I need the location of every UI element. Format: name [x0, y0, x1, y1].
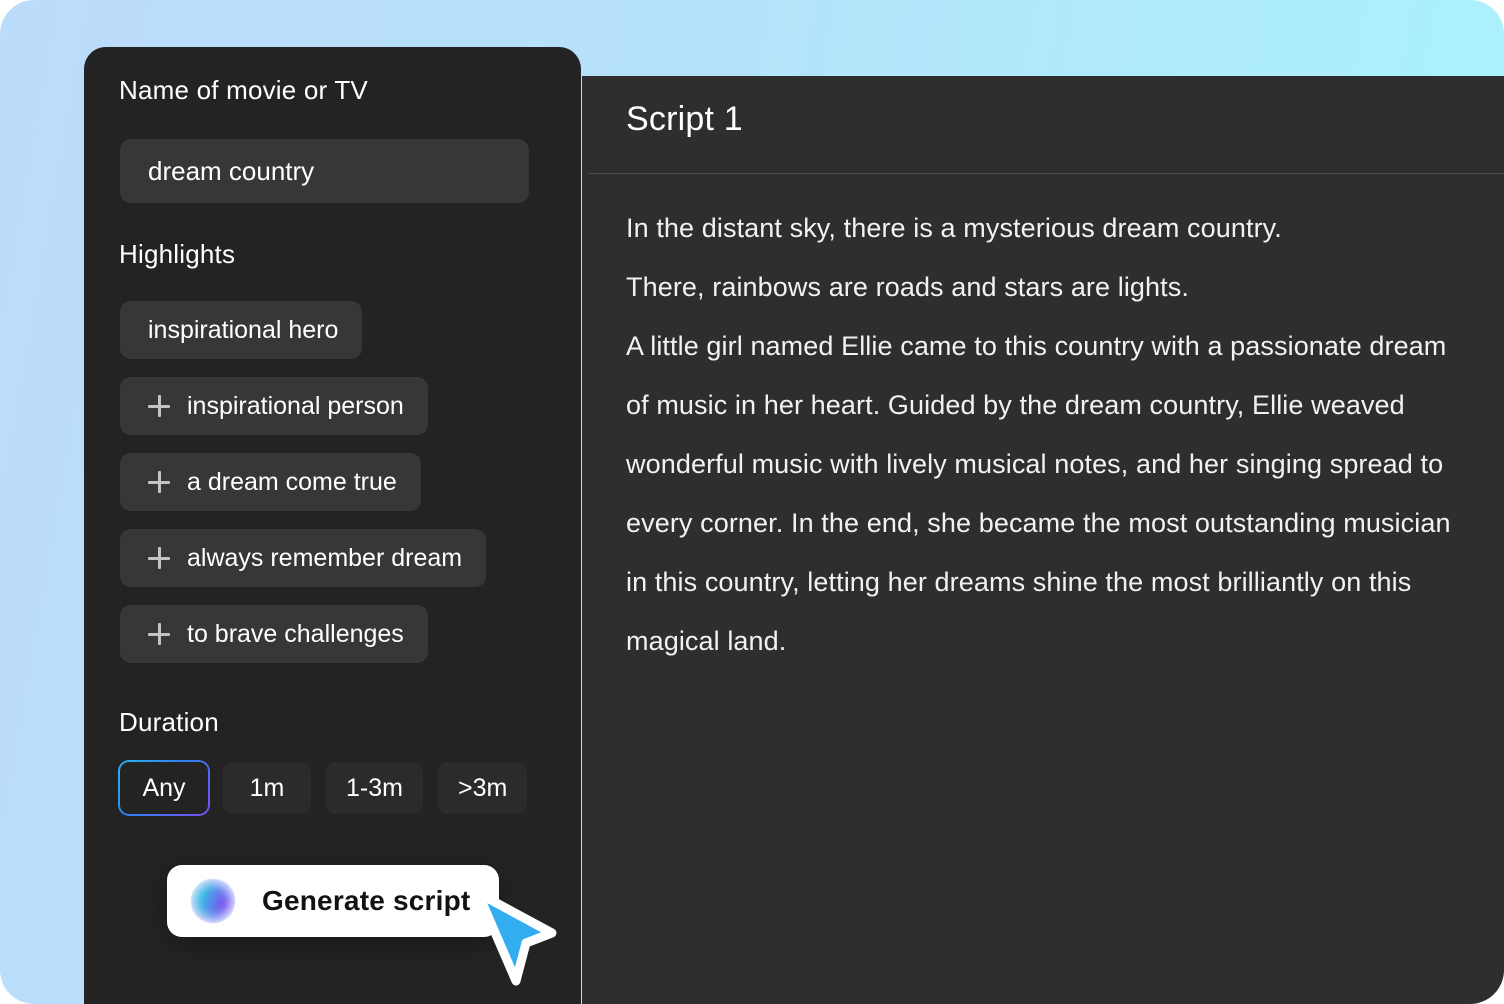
header-divider: [588, 173, 1504, 174]
highlight-chip-label: to brave challenges: [187, 619, 404, 648]
plus-icon: [148, 547, 170, 569]
highlight-chip[interactable]: inspirational hero: [120, 301, 363, 359]
duration-option-label: 1-3m: [346, 773, 403, 802]
app-root: Script 1 In the distant sky, there is a …: [0, 0, 1504, 1004]
duration-option-1m[interactable]: 1m: [223, 762, 311, 814]
duration-option-label: 1m: [249, 773, 285, 802]
highlight-chip-label: always remember dream: [187, 543, 463, 572]
duration-option-label: >3m: [457, 773, 508, 802]
highlight-chip-list: inspirational hero inspirational person a …: [120, 301, 487, 681]
script-paragraph: A little girl named Ellie came to this c…: [626, 331, 1451, 656]
script-body-text: In the distant sky, there is a mysteriou…: [626, 199, 1466, 671]
script-panel-header: Script 1: [582, 76, 1504, 173]
highlight-chip-label: a dream come true: [187, 467, 397, 496]
highlight-chip-row: a dream come true: [120, 453, 486, 529]
generate-script-label: Generate script: [262, 885, 471, 916]
highlight-chip-row: always remember dream: [120, 529, 487, 605]
script-paragraph: In the distant sky, there is a mysteriou…: [626, 213, 1282, 243]
highlight-chip[interactable]: inspirational person: [120, 377, 428, 435]
highlight-chip-label: inspirational person: [187, 391, 404, 420]
script-paragraph: There, rainbows are roads and stars are …: [626, 272, 1189, 302]
script-form-card: Name of movie or TV Highlights inspirati…: [84, 47, 581, 1004]
duration-option-any[interactable]: Any: [120, 762, 208, 814]
highlight-chip-label: inspirational hero: [148, 315, 339, 344]
highlight-chip-row: inspirational hero: [120, 301, 486, 377]
duration-option-13m[interactable]: 1-3m: [326, 762, 423, 814]
generate-script-button[interactable]: Generate script: [167, 865, 499, 937]
sparkle-orb-icon: [191, 879, 235, 923]
highlight-chip[interactable]: to brave challenges: [120, 605, 428, 663]
highlight-chip-row: to brave challenges: [120, 605, 486, 681]
duration-label: Duration: [119, 707, 219, 737]
script-title: Script 1: [626, 100, 743, 138]
movie-name-input[interactable]: [120, 139, 529, 203]
highlights-label: Highlights: [119, 239, 236, 269]
plus-icon: [148, 395, 170, 417]
duration-option-label: Any: [142, 773, 186, 802]
highlight-chip[interactable]: always remember dream: [120, 529, 487, 587]
highlight-chip[interactable]: a dream come true: [120, 453, 421, 511]
plus-icon: [148, 471, 170, 493]
name-field-label: Name of movie or TV: [119, 75, 368, 105]
plus-icon: [148, 623, 170, 645]
duration-option-3m[interactable]: >3m: [437, 762, 528, 814]
script-result-panel: Script 1 In the distant sky, there is a …: [582, 76, 1504, 1004]
duration-option-group: Any 1m 1-3m >3m: [120, 762, 528, 814]
highlight-chip-row: inspirational person: [120, 377, 486, 453]
